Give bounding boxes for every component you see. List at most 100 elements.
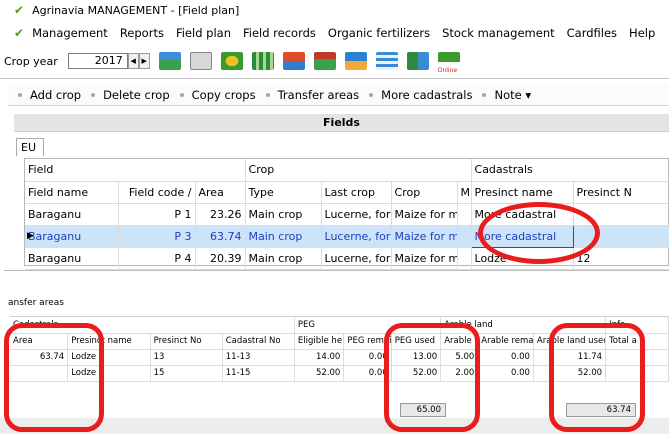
year-next-button[interactable]: ▶ bbox=[138, 53, 150, 69]
delete-crop-button[interactable]: Delete crop bbox=[91, 88, 170, 102]
title-bar: ✔ Agrinavia MANAGEMENT - [Field plan] bbox=[0, 0, 669, 20]
group-header-row: Field Crop Cadastrals bbox=[25, 159, 669, 182]
cell-field-code[interactable]: P 3 bbox=[118, 225, 196, 248]
note-dropdown[interactable]: Note ▾ bbox=[482, 88, 531, 102]
tab-eu[interactable]: EU bbox=[16, 138, 44, 156]
col-field-code[interactable]: Field code / bbox=[118, 181, 196, 204]
grid-icon[interactable] bbox=[251, 52, 274, 70]
chart-icon[interactable] bbox=[406, 52, 429, 70]
col-type[interactable]: Type bbox=[245, 181, 322, 204]
online-label: Online bbox=[437, 67, 458, 74]
cell-area[interactable]: 63.74 bbox=[195, 225, 246, 248]
window-title: Agrinavia MANAGEMENT - [Field plan] bbox=[32, 3, 240, 17]
col-area[interactable]: Area bbox=[195, 181, 246, 204]
menu-cardfiles[interactable]: Cardfiles bbox=[567, 26, 617, 40]
cell-crop[interactable]: Maize for ma bbox=[391, 203, 458, 226]
cell-m[interactable] bbox=[457, 203, 472, 226]
tractor-icon[interactable] bbox=[282, 52, 305, 70]
cell-m[interactable] bbox=[457, 225, 472, 248]
cell-cadastral-no[interactable]: 11-15 bbox=[222, 365, 295, 382]
bullet-icon bbox=[91, 92, 96, 97]
menu-stock-management[interactable]: Stock management bbox=[442, 26, 555, 40]
cell-type[interactable]: Main crop bbox=[245, 203, 322, 226]
cell-presinct-no[interactable]: 13 bbox=[150, 349, 223, 366]
col-last-crop[interactable]: Last crop bbox=[321, 181, 392, 204]
cell-last-crop[interactable]: Lucerne, for fo bbox=[321, 247, 392, 270]
cell-type[interactable]: Main crop bbox=[245, 247, 322, 270]
barn-icon[interactable] bbox=[313, 52, 336, 70]
cell-arable-remaining[interactable]: 0.00 bbox=[477, 349, 534, 366]
group-cadastrals: Cadastrals bbox=[470, 159, 669, 182]
transfer-areas-title: ansfer areas bbox=[8, 298, 64, 308]
copy-crops-label: Copy crops bbox=[191, 87, 256, 102]
col-presinct-no[interactable]: Presinct N bbox=[573, 181, 669, 204]
highlight-more-cadastral bbox=[478, 202, 600, 264]
section-divider bbox=[4, 270, 669, 271]
col-m[interactable]: M bbox=[457, 181, 472, 204]
bullet-icon bbox=[179, 92, 184, 97]
online-icon[interactable]: Online bbox=[437, 52, 460, 74]
transfer-areas-button[interactable]: Transfer areas bbox=[265, 88, 359, 102]
crop-year-input[interactable]: 2017 bbox=[67, 53, 128, 69]
col-presinct-no[interactable]: Presinct No bbox=[150, 333, 223, 350]
sprayer-icon[interactable] bbox=[344, 52, 367, 70]
col-cadastral-no[interactable]: Cadastral No bbox=[222, 333, 295, 350]
cell-field-code[interactable]: P 1 bbox=[118, 203, 196, 226]
bullet-icon bbox=[482, 92, 487, 97]
col-crop[interactable]: Crop bbox=[391, 181, 458, 204]
cell-type[interactable]: Main crop bbox=[245, 225, 322, 248]
copy-crops-button[interactable]: Copy crops bbox=[179, 87, 256, 102]
menu-field-records[interactable]: Field records bbox=[243, 26, 316, 40]
print-icon[interactable] bbox=[189, 52, 212, 70]
more-cadastrals-label: More cadastrals bbox=[381, 87, 473, 102]
cell-area[interactable]: 20.39 bbox=[195, 247, 246, 270]
bullet-icon bbox=[369, 92, 374, 97]
more-cadastrals-button[interactable]: More cadastrals bbox=[369, 88, 472, 102]
command-bar: Add crop Delete crop Copy crops Transfer… bbox=[8, 84, 669, 106]
cell-arable-remaining[interactable]: 0.00 bbox=[477, 365, 534, 382]
menu-logo-icon: ✔ bbox=[14, 26, 25, 40]
cell-cadastral-no[interactable]: 11-13 bbox=[222, 349, 295, 366]
fields-header: Fields bbox=[14, 114, 669, 132]
cell-eligible-ha[interactable]: 14.00 bbox=[294, 349, 345, 366]
menu-management[interactable]: Management bbox=[32, 26, 108, 40]
group-crop: Crop bbox=[245, 159, 472, 182]
cell-crop[interactable]: Maize for ma bbox=[391, 247, 458, 270]
app-logo-icon: ✔ bbox=[14, 3, 25, 17]
year-prev-button[interactable]: ◀ bbox=[127, 53, 139, 69]
cell-field-name[interactable]: Baraganu bbox=[25, 225, 119, 248]
menu-field-plan[interactable]: Field plan bbox=[176, 26, 231, 40]
crop-year-label: Crop year bbox=[4, 54, 58, 68]
cell-field-code[interactable]: P 4 bbox=[118, 247, 196, 270]
cell-presinct-no[interactable]: 15 bbox=[150, 365, 223, 382]
col-eligible-ha[interactable]: Eligible he bbox=[294, 333, 345, 350]
col-presinct-name[interactable]: Presinct name bbox=[470, 181, 574, 204]
cell-area[interactable]: 23.26 bbox=[195, 203, 246, 226]
cell-field-name[interactable]: Baraganu bbox=[25, 203, 119, 226]
add-crop-button[interactable]: Add crop bbox=[18, 88, 81, 102]
toolbar: Crop year 2017 ◀ ▶ Online bbox=[0, 48, 669, 74]
bullet-icon bbox=[265, 92, 270, 97]
col-field-name[interactable]: Field name bbox=[25, 181, 119, 204]
bullet-icon bbox=[18, 92, 22, 97]
cell-field-name[interactable]: Baraganu bbox=[25, 247, 119, 270]
table-icon[interactable] bbox=[375, 52, 398, 70]
row-indicator-icon: ▶ bbox=[27, 231, 34, 241]
menu-help[interactable]: Help bbox=[629, 26, 655, 40]
highlight-peg-used-column bbox=[384, 323, 480, 432]
cell-crop[interactable]: Maize for ma bbox=[391, 225, 458, 248]
note-label: Note ▾ bbox=[494, 87, 532, 102]
crop-icon[interactable] bbox=[220, 52, 243, 70]
highlight-area-column bbox=[4, 323, 104, 432]
cell-last-crop[interactable]: Lucerne, for fo bbox=[321, 225, 392, 248]
cell-last-crop[interactable]: Lucerne, for fo bbox=[321, 203, 392, 226]
highlight-arable-land-used-column bbox=[549, 323, 645, 432]
cell-eligible-ha[interactable]: 52.00 bbox=[294, 365, 345, 382]
menu-organic-fertilizers[interactable]: Organic fertilizers bbox=[328, 26, 430, 40]
menu-reports[interactable]: Reports bbox=[120, 26, 164, 40]
field-map-icon[interactable] bbox=[158, 52, 181, 70]
col-arable-remaining[interactable]: Arable remai bbox=[477, 333, 534, 350]
column-header-row: Field name Field code / Area Type Last c… bbox=[25, 181, 669, 204]
delete-crop-label: Delete crop bbox=[103, 87, 170, 102]
cell-m[interactable] bbox=[457, 247, 472, 270]
